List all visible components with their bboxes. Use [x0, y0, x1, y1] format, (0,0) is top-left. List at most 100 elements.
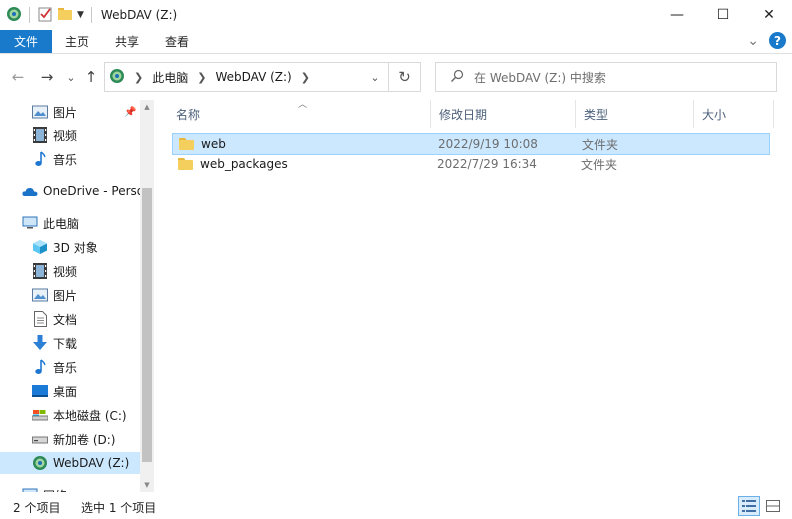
nav-item-label: OneDrive - Perso: [43, 184, 140, 198]
help-button[interactable]: ?: [769, 32, 786, 49]
nav-item-label: 桌面: [53, 384, 78, 399]
file-name[interactable]: web_packages: [200, 157, 288, 171]
modified-date: 2022/7/29 16:34: [437, 157, 537, 171]
forward-button[interactable]: →: [38, 67, 56, 87]
drive-icon: [32, 431, 48, 447]
tab-share[interactable]: 共享: [102, 30, 152, 53]
toolbar-separator: [90, 7, 92, 23]
ribbon-tabs: 文件 主页 共享 查看 ⌄ ?: [0, 30, 792, 54]
nav-item-label: 新加卷 (D:): [53, 432, 116, 447]
details-view-icon: [742, 500, 756, 512]
nav-item-videos[interactable]: 视频: [0, 124, 140, 146]
address-history-dropdown[interactable]: ⌄: [362, 63, 388, 91]
file-type: 文件夹: [581, 157, 618, 172]
nav-item-label: 视频: [53, 264, 78, 279]
nav-pane-scrollbar[interactable]: ▲ ▼: [140, 100, 154, 492]
desktop-icon: [32, 383, 48, 399]
nav-item-webdav[interactable]: WebDAV (Z:): [0, 452, 140, 474]
column-header-size[interactable]: 大小: [694, 100, 774, 128]
nav-item-music[interactable]: 音乐: [0, 356, 140, 378]
nav-item-label: 此电脑: [43, 216, 80, 231]
chevron-right-icon[interactable]: ❯: [301, 71, 310, 84]
refresh-button[interactable]: ↻: [389, 62, 421, 92]
nav-item-label: 3D 对象: [53, 240, 98, 255]
nav-item-desktop[interactable]: 桌面: [0, 380, 140, 402]
nav-item-label: 图片: [53, 105, 78, 120]
scrollbar-thumb[interactable]: [142, 188, 152, 462]
file-name[interactable]: web: [201, 137, 226, 151]
tab-view[interactable]: 查看: [152, 30, 202, 53]
search-icon: [450, 69, 464, 86]
folder-icon: [179, 138, 194, 150]
download-icon: [32, 335, 48, 351]
nav-item-label: 视频: [53, 128, 78, 143]
nav-item-downloads[interactable]: 下载: [0, 332, 140, 354]
modified-date: 2022/9/19 10:08: [438, 137, 538, 151]
customize-toolbar-dropdown[interactable]: ▼: [77, 10, 84, 20]
music-icon: [32, 151, 48, 167]
file-row[interactable]: web 2022/9/19 10:08 文件夹: [172, 133, 770, 155]
nav-item-onedrive[interactable]: OneDrive - Perso: [0, 180, 140, 202]
tab-home[interactable]: 主页: [52, 30, 102, 53]
recent-locations-dropdown[interactable]: ⌄: [62, 67, 80, 87]
pictures-icon: [32, 287, 48, 303]
chevron-right-icon[interactable]: ❯: [134, 71, 143, 84]
expand-ribbon-button[interactable]: ⌄: [747, 33, 759, 49]
file-list: ︿ 名称 修改日期 类型 大小 web 2022/9/19 10:08 文件夹 …: [160, 100, 792, 492]
window-title: WebDAV (Z:): [100, 8, 178, 22]
nav-item-network[interactable]: 网络: [0, 484, 140, 492]
nav-item-label: 文档: [53, 312, 78, 327]
search-input[interactable]: 在 WebDAV (Z:) 中搜索: [474, 69, 606, 86]
video-icon: [32, 263, 48, 279]
this-pc-icon: [22, 215, 38, 231]
maximize-button[interactable]: ☐: [700, 0, 746, 30]
properties-icon[interactable]: [37, 6, 53, 25]
toolbar-separator: [29, 7, 30, 23]
scroll-down-arrow[interactable]: ▼: [140, 478, 154, 492]
file-name-cell: web_packages: [178, 157, 288, 171]
nav-item-videos[interactable]: 视频: [0, 260, 140, 282]
column-header-name[interactable]: 名称: [168, 100, 431, 128]
nav-item-this-pc[interactable]: 此电脑: [0, 212, 140, 234]
breadcrumb-this-pc[interactable]: 此电脑: [152, 69, 188, 86]
scroll-up-arrow[interactable]: ▲: [140, 100, 154, 114]
local-disk-icon: [32, 407, 48, 423]
large-icons-view-button[interactable]: [762, 496, 784, 516]
navigation-bar: ← → ⌄ ↑ ❯ 此电脑 ❯ WebDAV (Z:) ❯ ⌄ ↻ 在 WebD…: [0, 58, 792, 96]
pin-icon[interactable]: 📌: [124, 107, 136, 118]
ribbon-right: ⌄ ?: [747, 32, 786, 49]
large-icons-view-icon: [766, 500, 780, 512]
documents-icon: [32, 311, 48, 327]
file-row[interactable]: web_packages 2022/7/29 16:34 文件夹: [172, 153, 770, 175]
nav-item-music[interactable]: 音乐: [0, 148, 140, 170]
new-folder-icon[interactable]: [57, 6, 73, 25]
nav-item-label: 音乐: [53, 152, 78, 167]
nav-item-documents[interactable]: 文档: [0, 308, 140, 330]
file-type: 文件夹: [582, 137, 619, 152]
nav-item-label: 本地磁盘 (C:): [53, 408, 127, 423]
up-button[interactable]: ↑: [82, 67, 100, 87]
nav-item-label: 下载: [53, 336, 78, 351]
back-button[interactable]: ←: [9, 67, 27, 87]
nav-item-local-disk-c[interactable]: 本地磁盘 (C:): [0, 404, 140, 426]
webdav-drive-icon: [109, 68, 125, 87]
title-bar: ▼ WebDAV (Z:) — ☐ ✕: [0, 0, 792, 30]
nav-item-3d-objects[interactable]: 3D 对象: [0, 236, 140, 258]
details-view-button[interactable]: [738, 496, 760, 516]
webdav-drive-icon[interactable]: [6, 6, 22, 25]
tab-file[interactable]: 文件: [0, 30, 53, 53]
chevron-right-icon[interactable]: ❯: [197, 71, 206, 84]
breadcrumb-webdav[interactable]: WebDAV (Z:): [215, 70, 291, 84]
column-header-type[interactable]: 类型: [576, 100, 694, 128]
item-count: 2 个项目: [13, 501, 61, 515]
nav-item-pictures[interactable]: 图片: [0, 284, 140, 306]
column-header-modified[interactable]: 修改日期: [431, 100, 576, 128]
address-bar[interactable]: ❯ 此电脑 ❯ WebDAV (Z:) ❯ ⌄: [104, 62, 389, 92]
search-box[interactable]: 在 WebDAV (Z:) 中搜索: [435, 62, 777, 92]
minimize-button[interactable]: —: [654, 0, 700, 30]
onedrive-icon: [22, 183, 38, 199]
close-button[interactable]: ✕: [746, 0, 792, 30]
nav-item-pictures[interactable]: 图片 📌: [0, 101, 140, 123]
nav-item-volume-d[interactable]: 新加卷 (D:): [0, 428, 140, 450]
breadcrumb: ❯ 此电脑 ❯ WebDAV (Z:) ❯: [105, 68, 313, 87]
